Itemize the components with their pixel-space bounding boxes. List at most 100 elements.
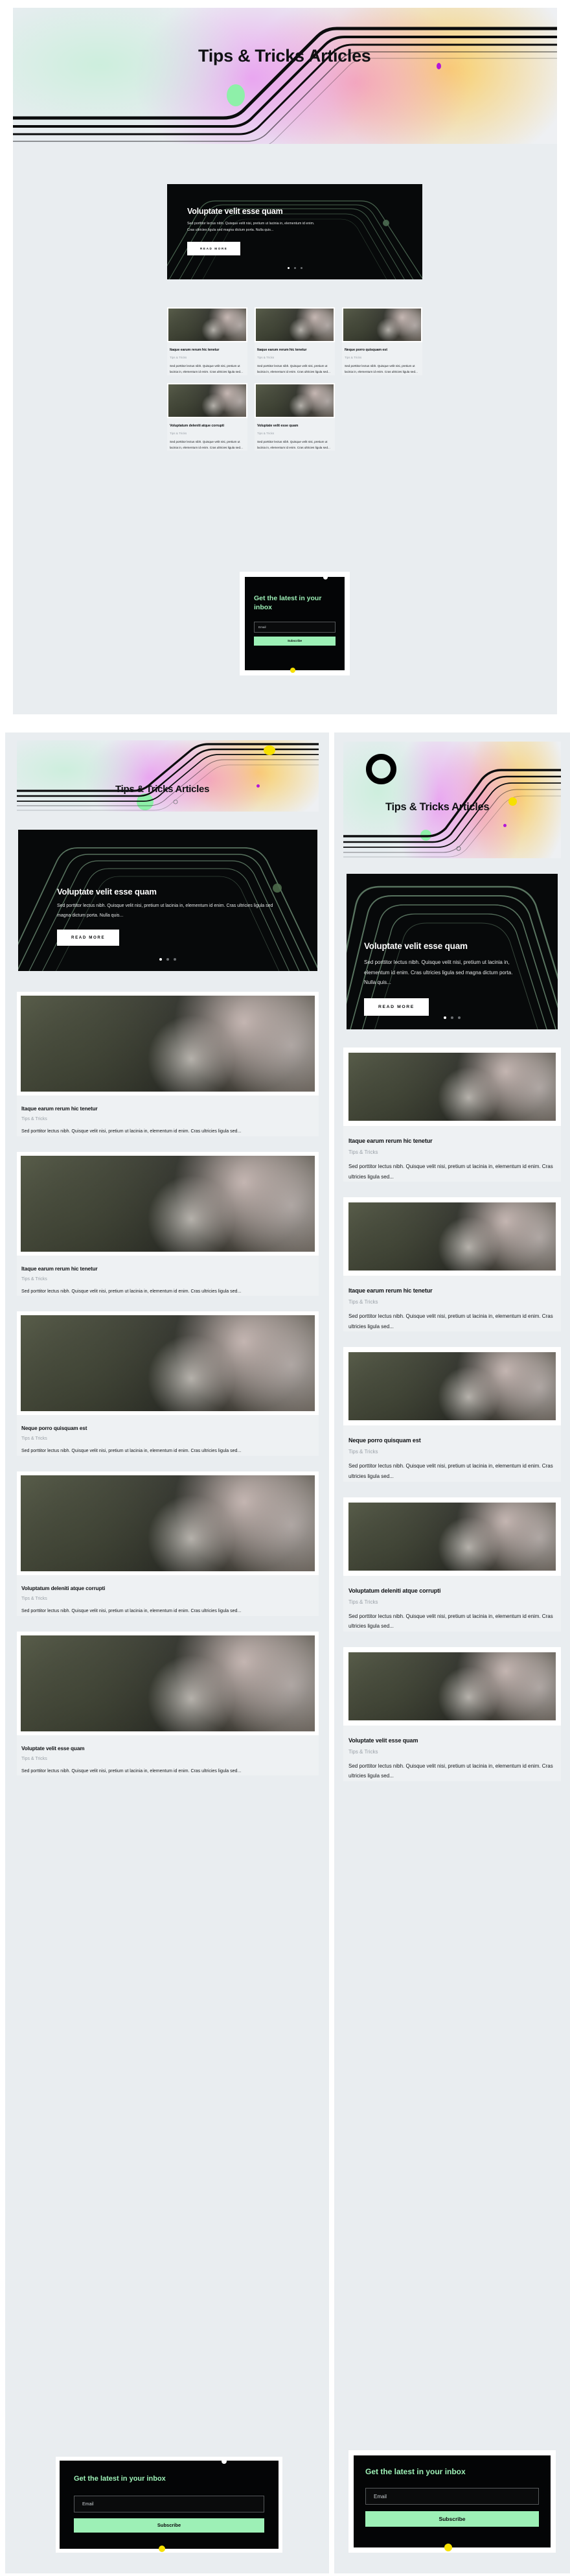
slider-dot-2[interactable] — [451, 1016, 453, 1019]
tablet-preview: Tips & Tricks Articles Voluptate velit e… — [5, 732, 329, 2573]
article-card[interactable]: Voluptatum deleniti atque corrupti Tips … — [343, 1497, 561, 1632]
article-thumbnail-image — [168, 309, 246, 341]
article-card[interactable]: Neque porro quisquam est Tips & Tricks S… — [17, 1311, 319, 1456]
article-thumbnail-wrap — [17, 1311, 319, 1416]
article-category: Tips & Tricks — [21, 1756, 47, 1761]
article-thumbnail-image — [21, 1635, 315, 1731]
newsletter-section: Get the latest in your inbox Email Subsc… — [348, 2450, 556, 2553]
article-card[interactable]: Itaque earum rerum hic tenetur Tips & Tr… — [167, 307, 247, 375]
article-category: Tips & Tricks — [348, 1299, 378, 1306]
page-header-banner: Tips & Tricks Articles — [343, 742, 561, 858]
slider-dot-3[interactable] — [174, 958, 176, 961]
article-thumbnail-image — [348, 1202, 556, 1271]
yellow-blob-decoration — [264, 745, 275, 755]
hero-content: Voluptate velit esse quam Sed porttitor … — [167, 184, 422, 255]
article-excerpt: Sed porttitor lectus nibh. Quisque velit… — [348, 1164, 553, 1180]
hero-slide: Voluptate velit esse quam Sed porttitor … — [18, 830, 317, 971]
hero-excerpt: Sed porttitor lectus nibh. Quisque velit… — [57, 904, 273, 918]
newsletter-subscribe-button[interactable]: Subscribe — [74, 2518, 264, 2533]
article-card[interactable]: Itaque earum rerum hic tenetur Tips & Tr… — [343, 1197, 561, 1332]
article-row-1: Itaque earum rerum hic tenetur Tips & Tr… — [167, 307, 422, 375]
hero-content: Voluptate velit esse quam Sed porttitor … — [18, 830, 317, 946]
page-title: Tips & Tricks Articles — [385, 801, 490, 813]
article-excerpt: Sed porttitor lectus nibh. Quisque velit… — [21, 1608, 242, 1613]
article-title: Neque porro quisquam est — [345, 348, 387, 352]
hero-excerpt: Sed porttitor lectus nibh. Quisque velit… — [364, 959, 513, 986]
article-card[interactable]: Itaque earum rerum hic tenetur Tips & Tr… — [17, 1151, 319, 1296]
article-card[interactable]: Voluptate velit esse quam Tips & Tricks … — [255, 382, 335, 451]
slider-dot-3[interactable] — [300, 267, 302, 269]
banner-line-art — [13, 27, 557, 144]
article-card[interactable]: Voluptatum deleniti atque corrupti Tips … — [17, 1471, 319, 1616]
article-category: Tips & Tricks — [345, 356, 362, 360]
desktop-viewport: Tips & Tricks Articles Voluptate velit e… — [13, 8, 557, 714]
hero-slider-dots[interactable] — [347, 1016, 558, 1019]
newsletter-heading: Get the latest in your inbox — [365, 2467, 466, 2476]
article-card[interactable]: Voluptate velit esse quam Tips & Tricks … — [343, 1646, 561, 1781]
hero-read-more-button[interactable]: READ MORE — [57, 930, 120, 946]
hero-excerpt: Sed porttitor lectus nibh. Quisque velit… — [187, 222, 315, 233]
slider-dot-1[interactable] — [444, 1016, 446, 1019]
article-category: Tips & Tricks — [257, 431, 275, 435]
hero-read-more-button[interactable]: READ MORE — [364, 998, 429, 1016]
article-category: Tips & Tricks — [21, 1436, 47, 1442]
hero-title: Voluptate velit esse quam — [364, 941, 468, 951]
page-title: Tips & Tricks Articles — [198, 46, 371, 65]
article-title: Voluptatum deleniti atque corrupti — [21, 1585, 106, 1591]
article-thumbnail-image — [21, 1155, 315, 1252]
newsletter-email-input[interactable]: Email — [365, 2488, 539, 2505]
article-thumbnail-wrap — [342, 307, 422, 342]
article-card[interactable]: Neque porro quisquam est Tips & Tricks S… — [342, 307, 422, 375]
article-title: Voluptatum deleniti atque corrupti — [348, 1587, 441, 1594]
hero-slide: Voluptate velit esse quam Sed porttitor … — [167, 184, 422, 279]
article-category: Tips & Tricks — [348, 1598, 378, 1605]
article-excerpt: Sed porttitor lectus nibh. Quisque velit… — [257, 364, 330, 374]
article-card[interactable]: Neque porro quisquam est Tips & Tricks S… — [343, 1347, 561, 1482]
article-card[interactable]: Itaque earum rerum hic tenetur Tips & Tr… — [255, 307, 335, 375]
article-thumbnail-image — [256, 309, 334, 341]
article-category: Tips & Tricks — [170, 431, 187, 435]
article-thumbnail-wrap — [17, 992, 319, 1095]
article-card[interactable]: Itaque earum rerum hic tenetur Tips & Tr… — [17, 992, 319, 1136]
article-row-2: Voluptatum deleniti atque corrupti Tips … — [167, 382, 422, 451]
hero-slider-dots[interactable] — [167, 267, 422, 269]
hero-slider-dots[interactable] — [18, 958, 317, 961]
purple-dot-decoration — [256, 784, 260, 788]
article-card[interactable]: Itaque earum rerum hic tenetur Tips & Tr… — [343, 1048, 561, 1182]
page-header-banner: Tips & Tricks Articles — [17, 740, 319, 812]
article-excerpt: Sed porttitor lectus nibh. Quisque velit… — [348, 1762, 553, 1779]
slider-dot-2[interactable] — [166, 958, 169, 961]
slider-dot-3[interactable] — [458, 1016, 461, 1019]
slider-dot-1[interactable] — [287, 267, 290, 269]
article-excerpt: Sed porttitor lectus nibh. Quisque velit… — [348, 1613, 553, 1630]
article-category: Tips & Tricks — [348, 1748, 378, 1755]
newsletter-email-input[interactable]: Email — [74, 2496, 264, 2512]
article-thumbnail-wrap — [255, 307, 335, 342]
newsletter-subscribe-button[interactable]: Subscribe — [365, 2511, 539, 2527]
newsletter-subscribe-button[interactable]: Subscribe — [254, 637, 336, 646]
article-title: Voluptate velit esse quam — [348, 1737, 418, 1744]
article-thumbnail-wrap — [343, 1048, 561, 1126]
article-thumbnail-wrap — [17, 1471, 319, 1575]
newsletter-section: Get the latest in your inbox Email Subsc… — [56, 2457, 282, 2553]
newsletter-email-input[interactable]: Email — [254, 622, 336, 633]
article-thumbnail-wrap — [17, 1631, 319, 1735]
article-thumbnail-wrap — [17, 1151, 319, 1256]
article-thumbnail-wrap — [167, 382, 247, 418]
article-thumbnail-image — [348, 1352, 556, 1421]
article-excerpt: Sed porttitor lectus nibh. Quisque velit… — [170, 364, 243, 374]
article-excerpt: Sed porttitor lectus nibh. Quisque velit… — [345, 364, 418, 374]
article-card[interactable]: Voluptate velit esse quam Tips & Tricks … — [17, 1631, 319, 1776]
article-card[interactable]: Voluptatum deleniti atque corrupti Tips … — [167, 382, 247, 451]
newsletter-panel: Get the latest in your inbox Email Subsc… — [60, 2459, 279, 2552]
article-title: Itaque earum rerum hic tenetur — [348, 1138, 433, 1144]
article-thumbnail-image — [21, 1315, 315, 1412]
hero-read-more-button[interactable]: READ MORE — [187, 241, 241, 255]
slider-dot-1[interactable] — [159, 958, 162, 961]
article-thumbnail-wrap — [343, 1197, 561, 1276]
section-divider — [0, 722, 570, 732]
purple-dot-decoration — [503, 824, 507, 827]
article-excerpt: Sed porttitor lectus nibh. Quisque velit… — [21, 1129, 242, 1134]
desktop-preview: Tips & Tricks Articles Voluptate velit e… — [0, 0, 570, 722]
slider-dot-2[interactable] — [293, 267, 296, 269]
